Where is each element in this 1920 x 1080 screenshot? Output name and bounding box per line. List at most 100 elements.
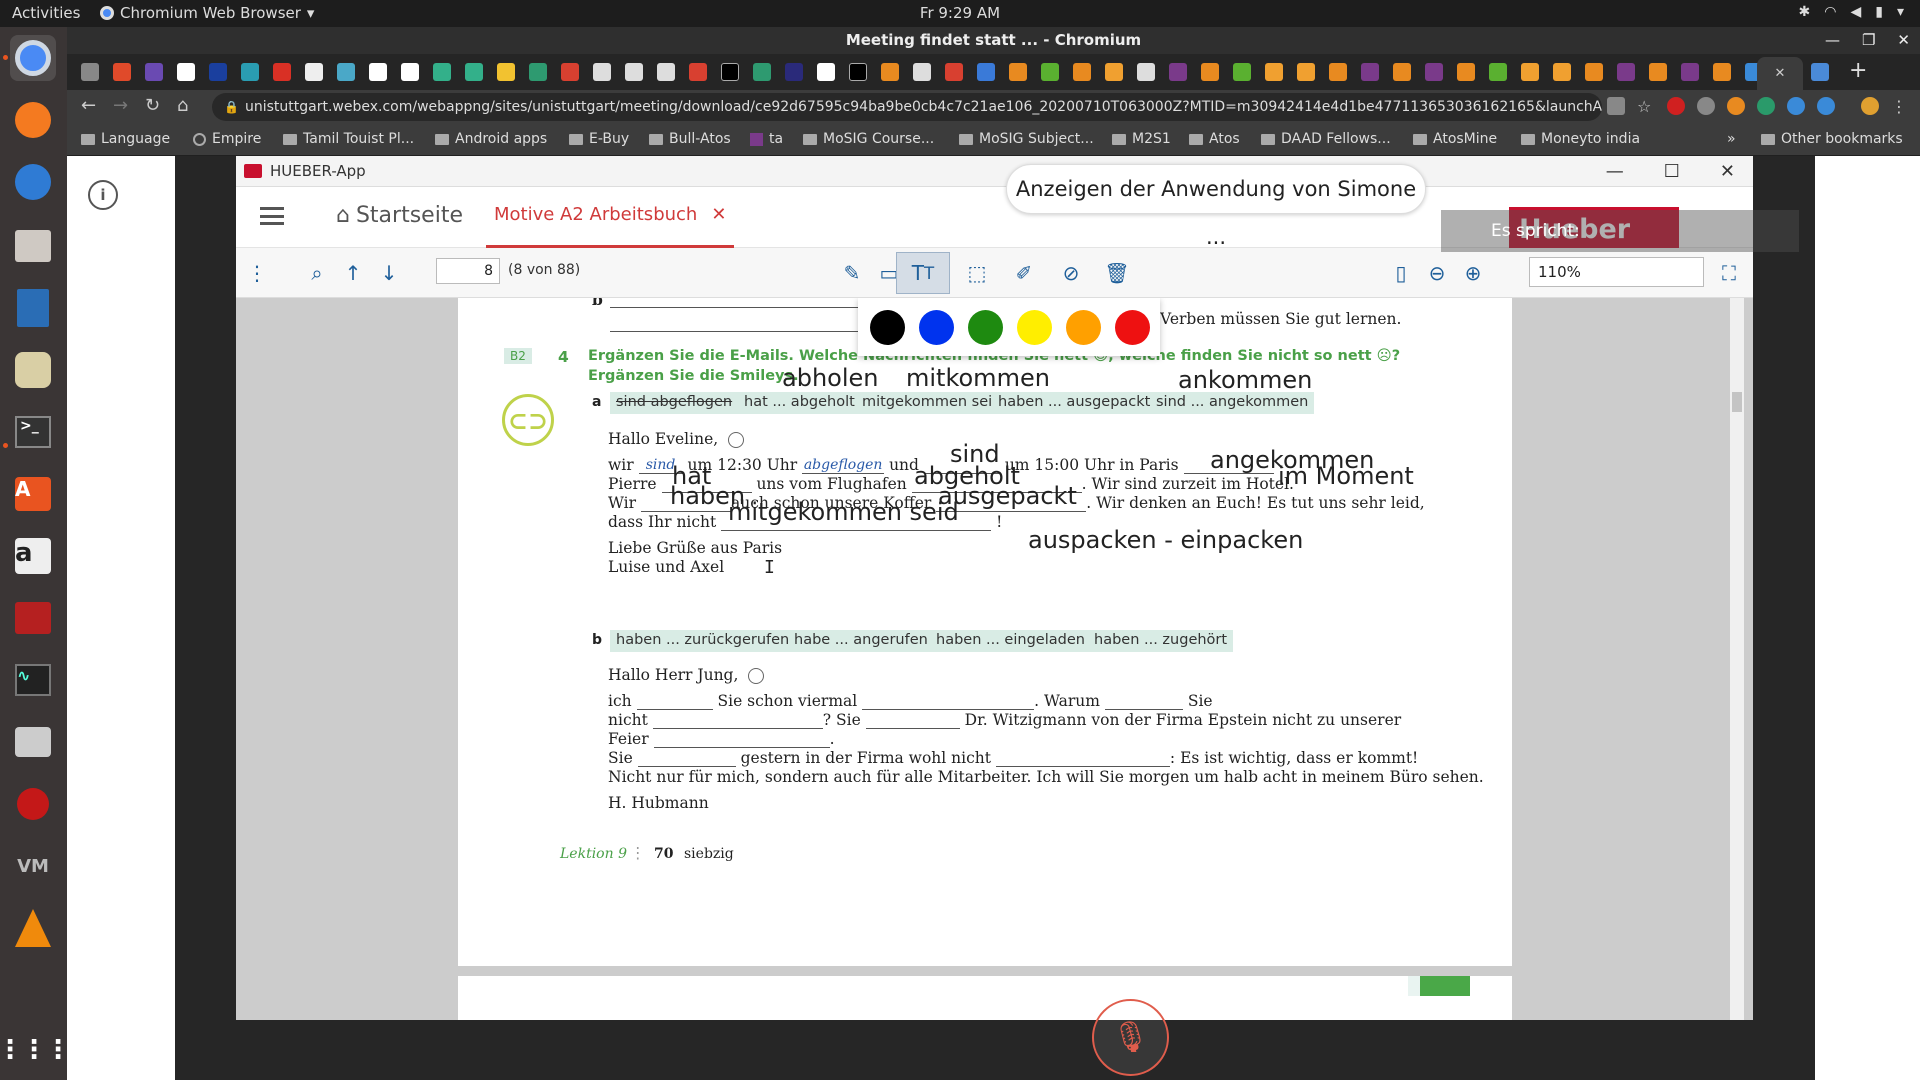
tab-favicon[interactable] <box>881 63 899 81</box>
tab-favicon[interactable] <box>1041 63 1059 81</box>
fullscreen-icon[interactable]: ⛶ <box>1716 260 1742 286</box>
smiley-circle[interactable] <box>748 668 765 684</box>
tab-favicon[interactable] <box>1811 63 1829 81</box>
info-icon[interactable]: i <box>88 180 118 210</box>
highlighter-icon[interactable]: ✎ <box>839 260 865 286</box>
annotation-im-moment[interactable]: im Moment <box>1278 462 1414 490</box>
answer-blank[interactable] <box>652 728 823 729</box>
zoom-out-icon[interactable]: ⊖ <box>1424 260 1450 286</box>
tab-favicon[interactable] <box>433 63 451 81</box>
maximize-icon[interactable]: ☐ <box>1664 156 1680 187</box>
bookmark-item[interactable]: Empire <box>193 131 261 147</box>
adblock-icon[interactable] <box>1667 97 1685 115</box>
extension-icon[interactable] <box>1787 97 1805 115</box>
home-icon[interactable]: ⌂ <box>177 95 188 116</box>
tab-favicon[interactable] <box>785 63 803 81</box>
sidebar-toggle-icon[interactable]: ▯ <box>1388 260 1414 286</box>
tab-favicon[interactable] <box>337 63 355 81</box>
annotation-mitgekommen-seid[interactable]: mitgekommen seid <box>728 498 959 526</box>
bookmark-item[interactable]: Language <box>81 131 170 147</box>
bookmark-item[interactable]: Moneyto india <box>1521 131 1640 147</box>
dock-vm[interactable]: VM <box>10 843 56 889</box>
tab-favicon[interactable] <box>1489 63 1507 81</box>
color-green[interactable] <box>968 309 1003 345</box>
zoom-in-icon[interactable]: ⊕ <box>1460 260 1486 286</box>
dock-amazon[interactable]: a <box>10 533 56 579</box>
annotation-auspacken-einpacken[interactable]: auspacken - einpacken <box>1028 526 1303 554</box>
tab-favicon[interactable] <box>1137 63 1155 81</box>
bookmark-item[interactable]: DAAD Fellows... <box>1261 131 1391 147</box>
dock-software[interactable]: A <box>10 471 56 517</box>
annotation-ankommen[interactable]: ankommen <box>1178 366 1312 394</box>
arrow-down-icon[interactable]: ↓ <box>376 260 402 286</box>
tab-favicon[interactable] <box>497 63 515 81</box>
answer-blank[interactable] <box>640 511 731 512</box>
page-number-input[interactable]: 8 <box>436 258 500 284</box>
close-icon[interactable]: ✕ <box>1897 27 1910 54</box>
dock-rhythmbox[interactable] <box>10 347 56 393</box>
tab-favicon[interactable] <box>1265 63 1283 81</box>
answer-blank[interactable] <box>636 709 713 710</box>
pdf-page[interactable]: b se Verben müssen Sie gut lernen. B2 4 … <box>458 298 1512 966</box>
bookmark-item[interactable]: Bull-Atos <box>649 131 731 147</box>
zoom-level-input[interactable]: 110% <box>1529 257 1704 287</box>
pen-icon[interactable]: ✐ <box>1011 260 1037 286</box>
dock-chromium[interactable] <box>10 35 56 81</box>
tab-favicon[interactable] <box>1585 63 1603 81</box>
dock-camera[interactable] <box>10 719 56 765</box>
translate-icon[interactable] <box>1607 97 1625 115</box>
tab-favicon[interactable] <box>561 63 579 81</box>
tab-favicon[interactable] <box>593 63 611 81</box>
reload-icon[interactable]: ↻ <box>145 95 160 116</box>
tab-favicon[interactable] <box>657 63 675 81</box>
tab-favicon[interactable] <box>1553 63 1571 81</box>
more-menu-icon[interactable]: ⋮ <box>1891 97 1909 116</box>
tab-favicon[interactable] <box>689 63 707 81</box>
maximize-icon[interactable]: ❐ <box>1862 27 1875 54</box>
dock-cherry[interactable] <box>10 781 56 827</box>
scrollbar[interactable] <box>1730 298 1744 1020</box>
color-blue[interactable] <box>919 309 954 345</box>
bookmark-item[interactable]: Tamil Touist Pl... <box>283 131 414 147</box>
answer-blank[interactable] <box>721 530 992 531</box>
avatar[interactable] <box>1861 97 1879 115</box>
color-orange[interactable] <box>1066 309 1101 345</box>
tab-favicon[interactable] <box>529 63 547 81</box>
tab-favicon[interactable] <box>1201 63 1219 81</box>
startseite-link[interactable]: ⌂ Startseite <box>336 203 463 228</box>
tab-favicon[interactable] <box>113 63 131 81</box>
forward-icon[interactable]: → <box>113 95 128 116</box>
smiley-circle[interactable] <box>728 432 745 448</box>
tab-favicon[interactable] <box>1073 63 1091 81</box>
tab-favicon[interactable] <box>1521 63 1539 81</box>
tab-favicon[interactable] <box>305 63 323 81</box>
tab-favicon[interactable] <box>1713 63 1731 81</box>
dock-app-red[interactable] <box>10 595 56 641</box>
tab-favicon[interactable] <box>721 63 739 81</box>
tab-favicon[interactable] <box>1649 63 1667 81</box>
text-box-icon[interactable]: ⬚ <box>964 260 990 286</box>
answer-blank[interactable]: abgeflogen <box>802 457 885 474</box>
extension-icon[interactable] <box>1757 97 1775 115</box>
search-document-icon[interactable]: ⌕ <box>304 260 330 286</box>
system-tray[interactable]: ✱ ◠ ◀ ▮ ▾ <box>1799 4 1904 20</box>
star-icon[interactable]: ☆ <box>1637 97 1655 116</box>
answer-blank[interactable] <box>995 766 1170 767</box>
color-black[interactable] <box>870 309 905 345</box>
annotation-mitkommen[interactable]: mitkommen <box>906 364 1050 392</box>
extension-icon[interactable] <box>1817 97 1835 115</box>
answer-blank[interactable] <box>862 709 1035 710</box>
back-icon[interactable]: ← <box>81 95 96 116</box>
dock-terminal[interactable]: >_ <box>10 409 56 455</box>
tab-favicon[interactable] <box>81 63 99 81</box>
tab-favicon[interactable] <box>401 63 419 81</box>
tab-favicon[interactable] <box>1297 63 1315 81</box>
dock-files[interactable] <box>10 223 56 269</box>
app-menu[interactable]: Chromium Web Browser ▾ <box>100 4 314 22</box>
tab-favicon[interactable] <box>977 63 995 81</box>
pdf-next-page[interactable] <box>458 976 1512 1020</box>
minimize-icon[interactable]: — <box>1606 156 1624 187</box>
tab-favicon[interactable] <box>817 63 835 81</box>
tab-favicon[interactable] <box>1233 63 1251 81</box>
address-bar[interactable]: 🔒 unistuttgart.webex.com/webappng/sites/u… <box>212 93 1602 121</box>
